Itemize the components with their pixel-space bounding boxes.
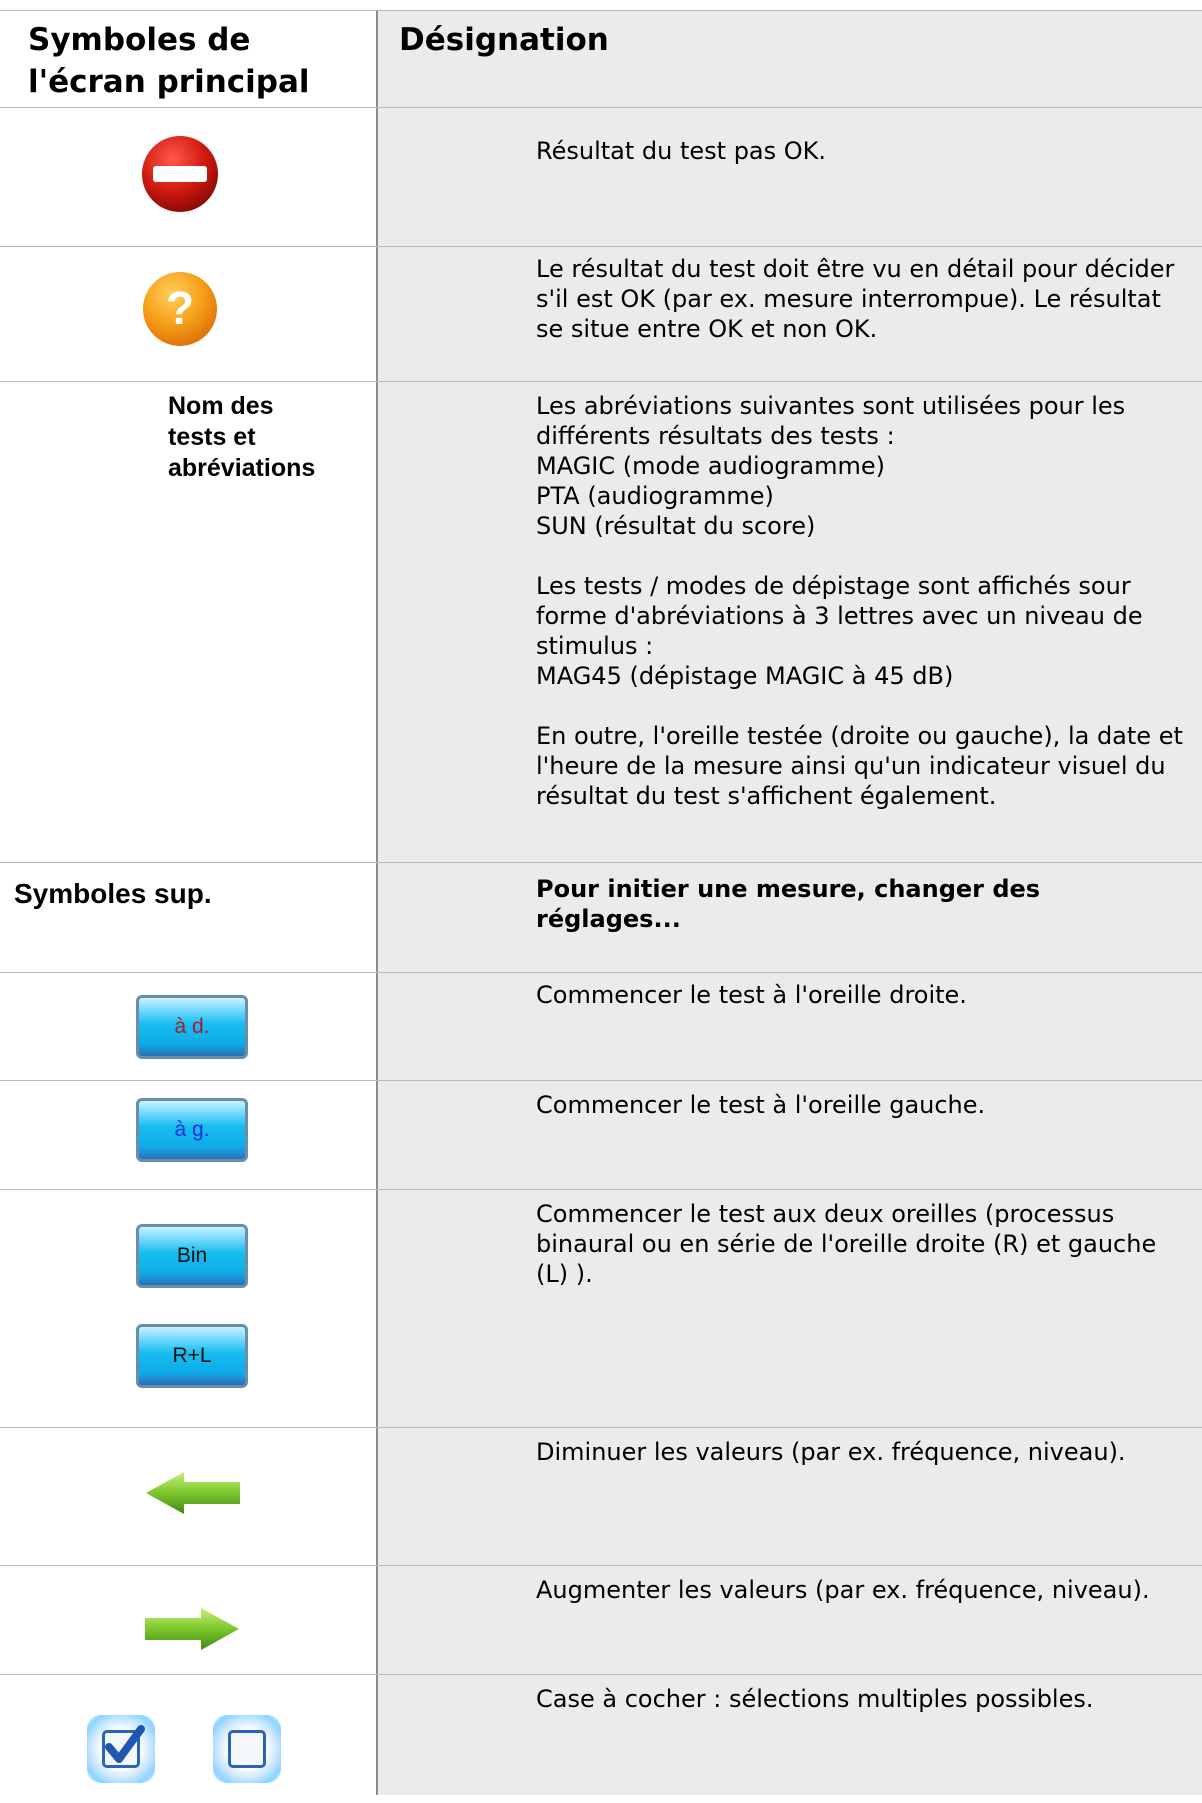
right-left-button[interactable]: R+L: [136, 1324, 248, 1388]
table-header-row: Symboles de l'écran principal Désignatio…: [0, 10, 1202, 108]
table-row: Symboles sup. Pour initier une mesure, c…: [0, 863, 1202, 973]
header-designation: Désignation: [399, 22, 609, 58]
binaural-button[interactable]: Bin: [136, 1224, 248, 1288]
table-row: ? Le résultat du test doit être vu en dé…: [0, 247, 1202, 382]
table-row: Bin R+L Commencer le test aux deux oreil…: [0, 1190, 1202, 1428]
left-ear-button[interactable]: à g.: [136, 1098, 248, 1162]
checkbox-checked-icon[interactable]: [87, 1715, 155, 1783]
svg-text:?: ?: [166, 282, 194, 334]
right-ear-button-label: à d.: [174, 1015, 210, 1038]
description: Résultat du test pas OK.: [536, 137, 827, 165]
arrow-right-icon[interactable]: [145, 1606, 239, 1652]
right-ear-button[interactable]: à d.: [136, 995, 248, 1059]
description: Diminuer les valeurs (par ex. fréquence,…: [536, 1438, 1126, 1466]
description: Pour initier une mesure, changer des rég…: [536, 875, 1041, 933]
tests-label: Nom des tests et abréviations: [168, 392, 316, 482]
table-row: à d. Commencer le test à l'oreille droit…: [0, 973, 1202, 1081]
table-row: Résultat du test pas OK.: [0, 108, 1202, 247]
table-row: Augmenter les valeurs (par ex. fréquence…: [0, 1566, 1202, 1675]
extra-symbols-label: Symboles sup.: [14, 878, 212, 909]
description: Les abréviations suivantes sont utilisée…: [536, 392, 1183, 810]
question-icon: ?: [143, 272, 217, 346]
description: Augmenter les valeurs (par ex. fréquence…: [536, 1576, 1150, 1604]
description: Commencer le test à l'oreille droite.: [536, 981, 967, 1009]
description: Case à cocher : sélections multiples pos…: [536, 1685, 1094, 1713]
header-symbols: Symboles de l'écran principal: [28, 22, 310, 100]
symbols-table: Symboles de l'écran principal Désignatio…: [0, 10, 1202, 1795]
stop-icon: [142, 136, 218, 212]
table-row: Diminuer les valeurs (par ex. fréquence,…: [0, 1428, 1202, 1566]
description: Commencer le test aux deux oreilles (pro…: [536, 1200, 1157, 1288]
arrow-left-icon[interactable]: [146, 1470, 240, 1516]
binaural-button-label: Bin: [176, 1244, 208, 1267]
table-row: à g. Commencer le test à l'oreille gauch…: [0, 1081, 1202, 1190]
description: Le résultat du test doit être vu en déta…: [536, 255, 1175, 343]
table-row: Nom des tests et abréviations Les abrévi…: [0, 382, 1202, 863]
right-left-button-label: R+L: [172, 1344, 212, 1367]
checkbox-empty-icon[interactable]: [213, 1715, 281, 1783]
table-row: Case à cocher : sélections multiples pos…: [0, 1675, 1202, 1795]
left-ear-button-label: à g.: [174, 1118, 210, 1141]
description: Commencer le test à l'oreille gauche.: [536, 1091, 986, 1119]
